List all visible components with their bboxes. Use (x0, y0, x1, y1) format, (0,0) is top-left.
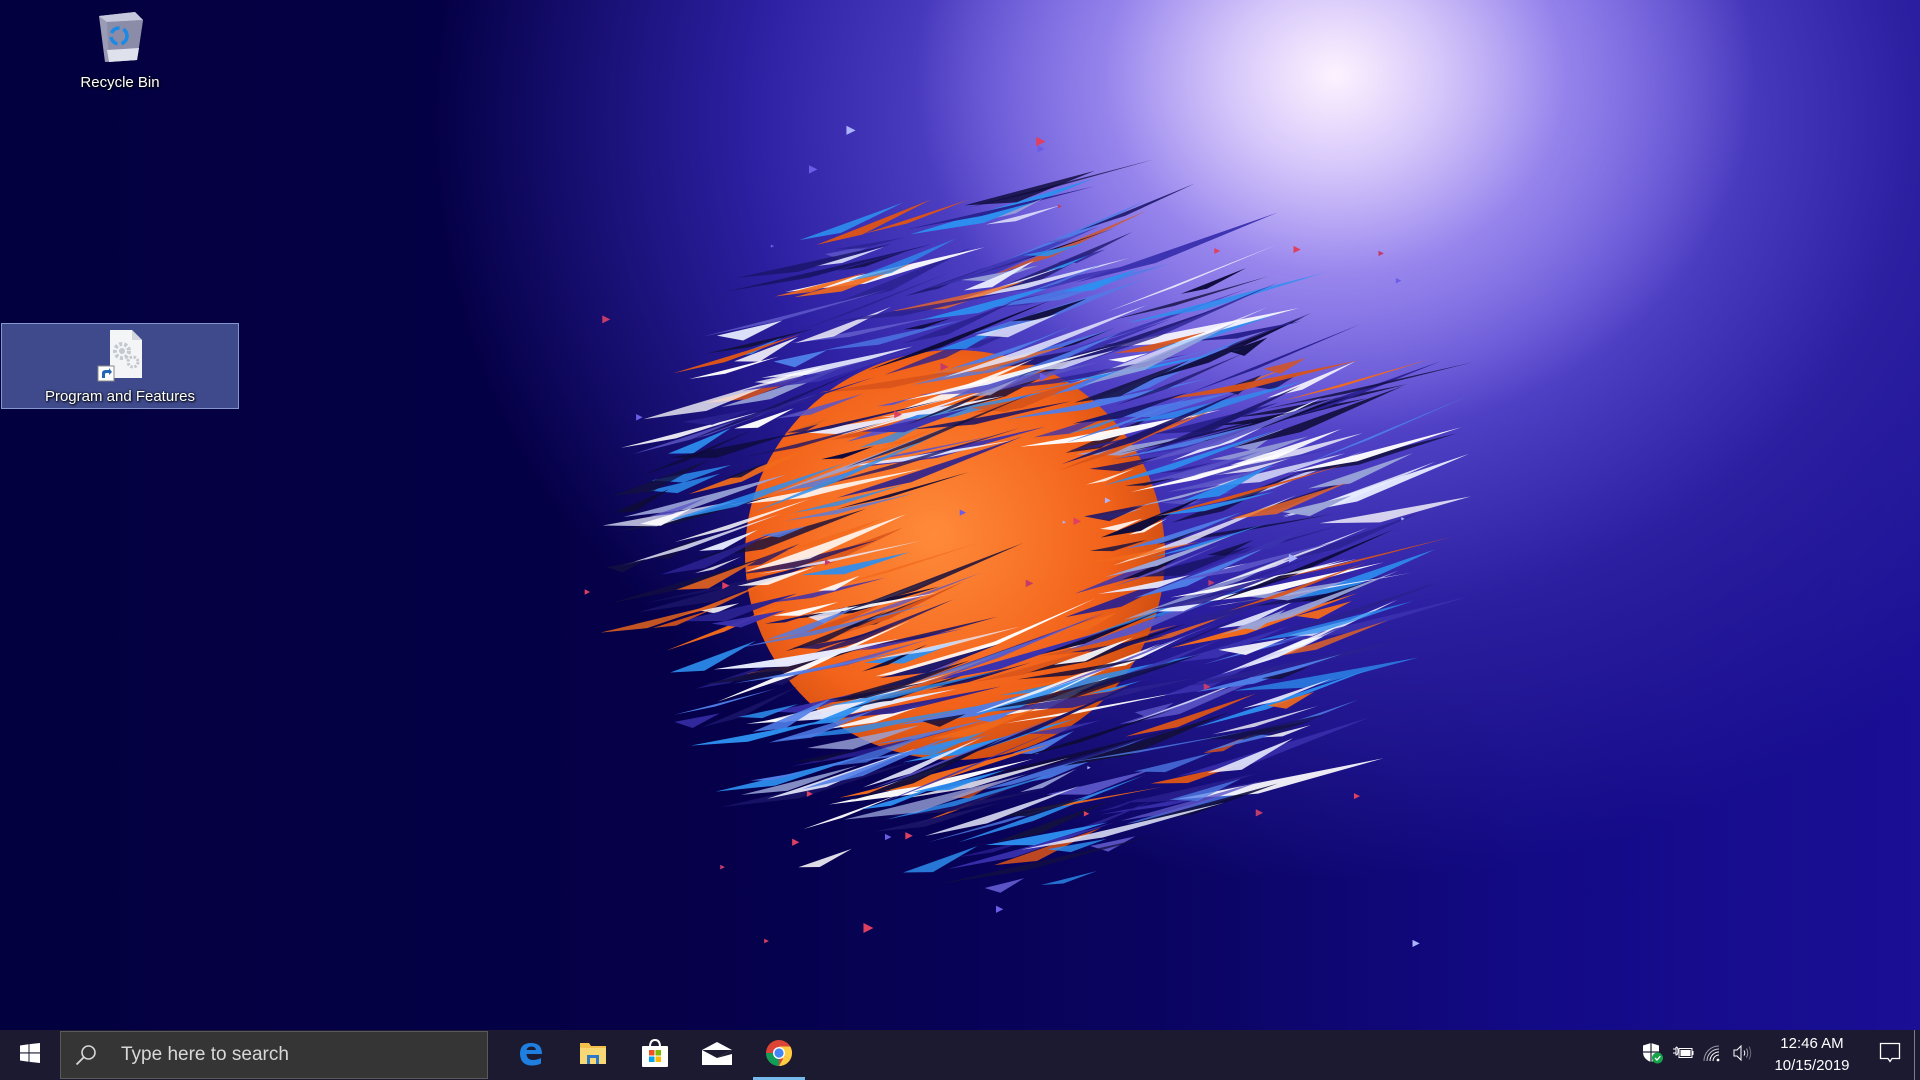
shard (1267, 595, 1471, 645)
shard (1057, 249, 1106, 264)
particle (996, 905, 1004, 913)
desktop-icon-program-and-features[interactable]: Program and Features (1, 323, 239, 409)
taskbar-app-chrome[interactable] (748, 1030, 810, 1080)
particle (1353, 793, 1360, 800)
particle (1214, 248, 1221, 254)
edge-icon (517, 1039, 545, 1072)
program-and-features-label: Program and Features (44, 388, 196, 405)
shard (1233, 384, 1408, 418)
tray-windows-security[interactable] (1638, 1030, 1668, 1080)
windows-security-icon (1642, 1042, 1664, 1069)
shard (1263, 358, 1306, 374)
store-icon (640, 1038, 670, 1073)
particle (764, 938, 769, 944)
shard (707, 328, 814, 354)
shard (910, 178, 1095, 235)
taskbar-app-edge[interactable] (500, 1030, 562, 1080)
desktop[interactable]: Recycle Bin Program and Features (0, 0, 1920, 1030)
clock[interactable]: 12:46 AM 10/15/2019 (1766, 1033, 1858, 1077)
recycle-bin-icon (95, 10, 145, 68)
shard (984, 878, 1025, 893)
shard (773, 350, 828, 368)
shard (1180, 267, 1247, 294)
shard (674, 713, 721, 728)
clock-date: 10/15/2019 (1774, 1057, 1850, 1074)
particle (1255, 809, 1264, 817)
search-icon (75, 1044, 105, 1066)
particle (1208, 579, 1215, 586)
particle (905, 832, 913, 840)
particle (1057, 204, 1062, 209)
shard (1040, 871, 1097, 885)
particle (636, 414, 643, 421)
windows-logo-icon (20, 1042, 40, 1068)
action-center-icon (1879, 1042, 1901, 1069)
taskbar-app-mail[interactable] (686, 1030, 748, 1080)
particle (602, 315, 611, 324)
volume-icon (1733, 1044, 1753, 1067)
taskbar-app-store[interactable] (624, 1030, 686, 1080)
file-explorer-icon (579, 1040, 607, 1071)
particle (846, 125, 856, 135)
particle (1036, 136, 1046, 147)
mail-icon (701, 1040, 733, 1071)
search-input[interactable]: Type here to search (60, 1031, 488, 1079)
shard (1125, 272, 1325, 324)
search-placeholder: Type here to search (121, 1044, 289, 1065)
taskbar-app-file-explorer[interactable] (562, 1030, 624, 1080)
clock-time: 12:46 AM (1780, 1035, 1844, 1052)
particle (770, 244, 775, 248)
wallpaper-art (584, 125, 1474, 947)
shard (1046, 769, 1152, 795)
taskbar: Type here to search 12:46 AM 10/15/2019 (0, 1030, 1920, 1080)
desktop-icon-recycle-bin[interactable]: Recycle Bin (1, 8, 239, 94)
particle (792, 838, 800, 846)
shard (716, 320, 783, 341)
shard (1207, 738, 1294, 773)
show-desktop-button[interactable] (1914, 1030, 1920, 1080)
particle (584, 589, 591, 595)
particle (1083, 811, 1090, 817)
battery-charging-icon (1672, 1046, 1694, 1065)
tray-battery[interactable] (1668, 1030, 1698, 1080)
action-center-button[interactable] (1866, 1030, 1914, 1080)
shard (1262, 362, 1474, 410)
tray-wifi[interactable] (1698, 1030, 1728, 1080)
shard (798, 848, 852, 868)
settings-file-shortcut-icon (90, 328, 150, 382)
particle (863, 923, 874, 933)
shard (903, 846, 978, 873)
system-tray: 12:46 AM 10/15/2019 (1638, 1030, 1920, 1080)
shard (795, 306, 892, 344)
shard (834, 237, 905, 250)
shard (1134, 752, 1213, 773)
shard (1106, 244, 1277, 312)
shard (1246, 525, 1310, 552)
shard (689, 356, 779, 379)
particle (1412, 939, 1420, 947)
particle (1378, 250, 1384, 257)
particle (720, 864, 725, 870)
recycle-bin-label: Recycle Bin (80, 74, 160, 91)
chrome-icon (765, 1039, 793, 1072)
shard (606, 559, 647, 573)
particle (1293, 245, 1301, 254)
particle (1037, 145, 1045, 153)
particle (1087, 766, 1091, 770)
particle (1395, 277, 1402, 284)
start-button[interactable] (0, 1030, 60, 1080)
shard (816, 199, 931, 245)
tray-volume[interactable] (1728, 1030, 1758, 1080)
wifi-icon (1702, 1044, 1724, 1067)
particle (885, 833, 892, 841)
shard (674, 688, 777, 715)
shard (864, 199, 970, 234)
particle (808, 165, 818, 174)
